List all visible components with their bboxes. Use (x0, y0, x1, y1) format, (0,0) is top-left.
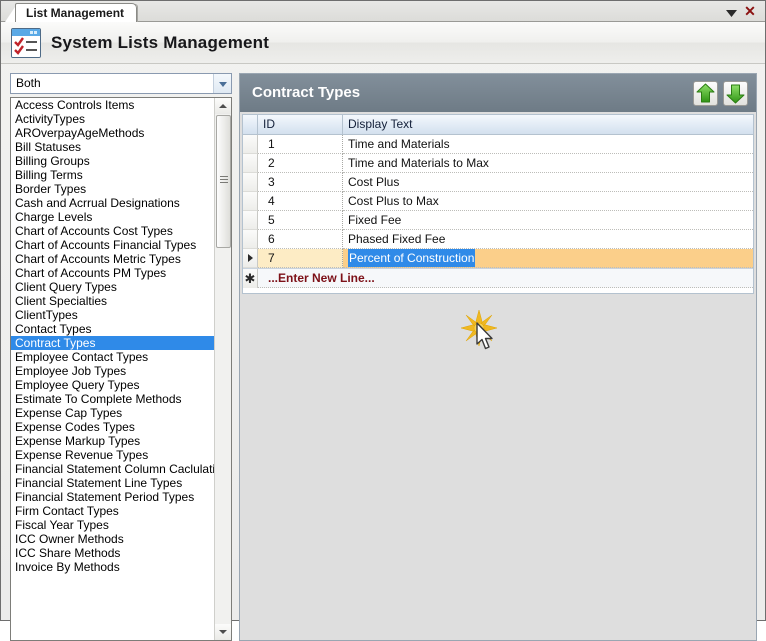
contract-types-grid[interactable]: ID Display Text 1 Time and Materials 2 Time… (242, 114, 754, 294)
grid-header-id[interactable]: ID (258, 115, 343, 134)
cell-id[interactable]: 6 (258, 230, 343, 249)
row-selector-cell[interactable] (243, 192, 258, 211)
detail-panel: Contract Types ID Display Text 1 Time an… (239, 73, 757, 641)
scroll-thumb-grip (220, 176, 228, 184)
row-selector-cell[interactable] (243, 135, 258, 154)
grid-header-selector (243, 115, 258, 134)
list-item[interactable]: ClientTypes (11, 308, 214, 322)
list-item[interactable]: Estimate To Complete Methods (11, 392, 214, 406)
cell-display-text[interactable]: Fixed Fee (343, 211, 753, 230)
list-item[interactable]: Chart of Accounts PM Types (11, 266, 214, 280)
table-row[interactable]: 7 Percent of Construction (243, 249, 753, 268)
list-item[interactable]: Bill Statuses (11, 140, 214, 154)
cell-display-text[interactable]: Percent of Construction (343, 249, 753, 268)
application-window: List Management ✕ System Lists Managemen… (0, 0, 766, 641)
list-item[interactable]: Client Specialties (11, 294, 214, 308)
list-filter-value: Both (16, 76, 41, 90)
row-selector-caret-icon (248, 254, 253, 262)
list-item[interactable]: Client Query Types (11, 280, 214, 294)
new-row-asterisk-icon: ✱ (243, 269, 258, 288)
content-area: Both Access Controls Items ActivityTypes A… (1, 64, 765, 641)
list-item[interactable]: Contact Types (11, 322, 214, 336)
arrow-down-icon (726, 84, 745, 104)
list-item[interactable]: Contract Types (11, 336, 214, 350)
cell-display-text[interactable]: Phased Fixed Fee (343, 230, 753, 249)
list-item[interactable]: AROverpayAgeMethods (11, 126, 214, 140)
panel-header: Contract Types (240, 74, 756, 112)
list-filter-dropdown[interactable]: Both (10, 73, 232, 94)
cell-display-text[interactable]: Cost Plus (343, 173, 753, 192)
panel-title: Contract Types (252, 84, 361, 101)
move-down-button[interactable] (723, 81, 748, 106)
move-up-button[interactable] (693, 81, 718, 106)
list-item[interactable]: Access Controls Items (11, 98, 214, 112)
title-bar: System Lists Management (1, 22, 765, 64)
row-selector-cell[interactable] (243, 230, 258, 249)
list-item[interactable]: ICC Owner Methods (11, 532, 214, 546)
new-row-label[interactable]: ...Enter New Line... (258, 269, 753, 288)
list-item[interactable]: Expense Markup Types (11, 434, 214, 448)
list-item[interactable]: Expense Cap Types (11, 406, 214, 420)
cell-display-text[interactable]: Time and Materials (343, 135, 753, 154)
checklist-window-icon (11, 28, 41, 58)
system-lists-listbox[interactable]: Access Controls Items ActivityTypes AROver… (10, 97, 232, 641)
list-scrollbar[interactable] (214, 98, 231, 640)
grid-body: 1 Time and Materials 2 Time and Materials t… (243, 135, 753, 268)
cell-id[interactable]: 1 (258, 135, 343, 154)
row-selector-cell[interactable] (243, 211, 258, 230)
cell-id[interactable]: 7 (258, 249, 343, 268)
table-row[interactable]: 6 Phased Fixed Fee (243, 230, 753, 249)
cell-display-text[interactable]: Time and Materials to Max (343, 154, 753, 173)
list-item[interactable]: Firm Contact Types (11, 504, 214, 518)
table-row[interactable]: 1 Time and Materials (243, 135, 753, 154)
table-row[interactable]: 3 Cost Plus (243, 173, 753, 192)
row-selector-cell[interactable] (243, 154, 258, 173)
list-item[interactable]: Financial Statement Column Caclulation T… (11, 462, 214, 476)
chevron-down-icon[interactable] (213, 74, 231, 93)
cell-id[interactable]: 2 (258, 154, 343, 173)
list-item[interactable]: Employee Query Types (11, 378, 214, 392)
scrollbar-thumb[interactable] (216, 115, 231, 248)
scroll-up-arrow-icon[interactable] (215, 98, 231, 114)
list-item[interactable]: Charge Levels (11, 210, 214, 224)
cell-id[interactable]: 3 (258, 173, 343, 192)
list-item[interactable]: Cash and Acrrual Designations (11, 196, 214, 210)
cell-id[interactable]: 4 (258, 192, 343, 211)
list-item[interactable]: Invoice By Methods (11, 560, 214, 574)
list-item[interactable]: Border Types (11, 182, 214, 196)
chevron-down-icon[interactable] (726, 7, 737, 17)
page-title: System Lists Management (51, 33, 270, 52)
list-item[interactable]: Financial Statement Line Types (11, 476, 214, 490)
scroll-down-arrow-icon[interactable] (215, 624, 231, 640)
cell-id[interactable]: 5 (258, 211, 343, 230)
list-item[interactable]: Fiscal Year Types (11, 518, 214, 532)
close-icon[interactable]: ✕ (743, 4, 757, 19)
list-item[interactable]: Expense Revenue Types (11, 448, 214, 462)
list-item[interactable]: Billing Groups (11, 154, 214, 168)
list-item[interactable]: Chart of Accounts Metric Types (11, 252, 214, 266)
list-item[interactable]: Billing Terms (11, 168, 214, 182)
system-lists-items: Access Controls Items ActivityTypes AROver… (11, 98, 214, 574)
tab-strip: List Management ✕ (1, 1, 765, 22)
cell-editor-selected-text[interactable]: Percent of Construction (348, 249, 476, 267)
list-item[interactable]: ActivityTypes (11, 112, 214, 126)
row-selector-cell[interactable] (243, 249, 258, 268)
list-item[interactable]: Expense Codes Types (11, 420, 214, 434)
table-row[interactable]: 5 Fixed Fee (243, 211, 753, 230)
list-item[interactable]: Chart of Accounts Cost Types (11, 224, 214, 238)
table-row[interactable]: 4 Cost Plus to Max (243, 192, 753, 211)
grid-header-row: ID Display Text (243, 115, 753, 135)
list-item[interactable]: Employee Job Types (11, 364, 214, 378)
arrow-up-icon (696, 83, 715, 103)
row-selector-cell[interactable] (243, 173, 258, 192)
table-row[interactable]: 2 Time and Materials to Max (243, 154, 753, 173)
grid-header-display-text[interactable]: Display Text (343, 115, 753, 134)
grid-new-row[interactable]: ✱ ...Enter New Line... (243, 268, 753, 288)
list-item[interactable]: Chart of Accounts Financial Types (11, 238, 214, 252)
list-item[interactable]: ICC Share Methods (11, 546, 214, 560)
list-item[interactable]: Employee Contact Types (11, 350, 214, 364)
cell-display-text[interactable]: Cost Plus to Max (343, 192, 753, 211)
list-item[interactable]: Financial Statement Period Types (11, 490, 214, 504)
tab-list-management[interactable]: List Management (15, 3, 138, 22)
